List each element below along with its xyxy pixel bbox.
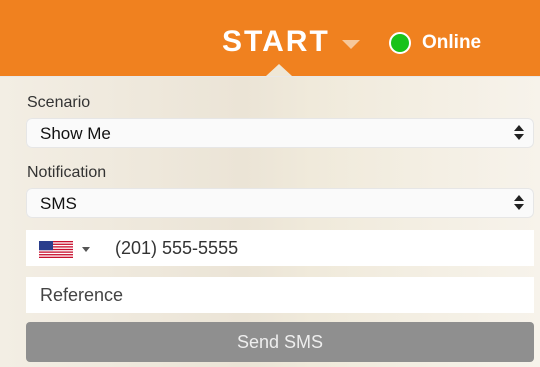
notification-select[interactable]: SMS: [26, 188, 534, 218]
notification-label: Notification: [27, 164, 107, 181]
app-frame: START Online Scenario Show Me Notificati…: [0, 0, 540, 367]
us-flag-icon: [39, 240, 73, 258]
start-button[interactable]: START: [222, 22, 360, 62]
select-arrows-icon: [514, 195, 524, 211]
status-label: Online: [422, 32, 482, 53]
scenario-label: Scenario: [27, 94, 91, 111]
status-dot-icon: [389, 32, 411, 54]
menu-pointer-icon: [266, 64, 292, 76]
phone-input[interactable]: [115, 233, 515, 263]
send-sms-button[interactable]: Send SMS: [26, 322, 534, 362]
chevron-down-icon: [341, 39, 360, 49]
status-indicator: Online: [389, 29, 481, 57]
select-arrows-icon: [514, 125, 524, 141]
notification-selected-value: SMS: [40, 194, 77, 213]
country-selector[interactable]: [39, 240, 90, 258]
country-dropdown-icon: [82, 246, 90, 252]
reference-input[interactable]: [26, 277, 534, 313]
start-label: START: [222, 25, 330, 58]
scenario-select[interactable]: Show Me: [26, 118, 534, 148]
header-bar: START Online: [0, 0, 540, 77]
scenario-selected-value: Show Me: [40, 124, 111, 143]
phone-field: [26, 230, 534, 266]
